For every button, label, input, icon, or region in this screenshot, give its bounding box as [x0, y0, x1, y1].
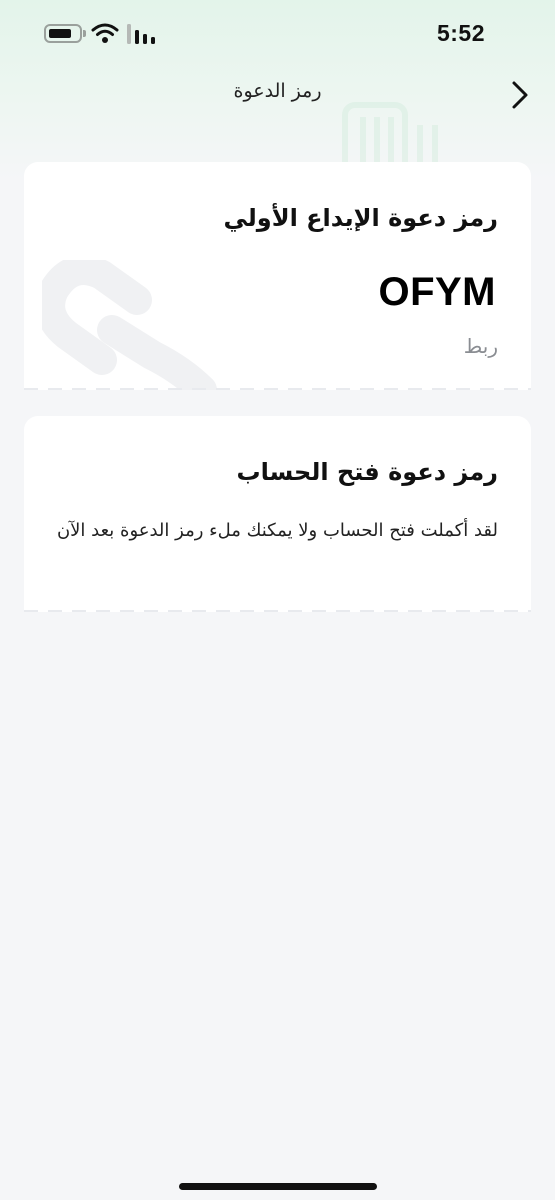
page-title: رمز الدعوة [233, 80, 322, 102]
card-divider [24, 388, 531, 390]
account-opening-card-title: رمز دعوة فتح الحساب [236, 458, 499, 486]
home-indicator[interactable] [179, 1183, 377, 1190]
card-divider [24, 610, 531, 612]
first-deposit-card-title: رمز دعوة الإيداع الأولي [223, 204, 499, 232]
status-time: 5:52 [436, 20, 485, 46]
invite-code-value: OFYM [378, 270, 496, 314]
battery-icon [44, 24, 86, 43]
chevron-right-icon[interactable] [503, 78, 535, 112]
first-deposit-invite-card: رمز دعوة الإيداع الأولي OFYM ربط [24, 162, 531, 390]
link-icon [42, 260, 217, 390]
bind-status-label: ربط [463, 334, 498, 358]
account-opening-invite-card: رمز دعوة فتح الحساب لقد أكملت فتح الحساب… [24, 416, 531, 612]
wifi-icon [91, 23, 119, 43]
status-bar: 5:52 [0, 0, 555, 66]
cellular-signal-icon [127, 24, 155, 44]
account-opening-card-description: لقد أكملت فتح الحساب ولا يمكنك ملء رمز ا… [56, 520, 498, 541]
